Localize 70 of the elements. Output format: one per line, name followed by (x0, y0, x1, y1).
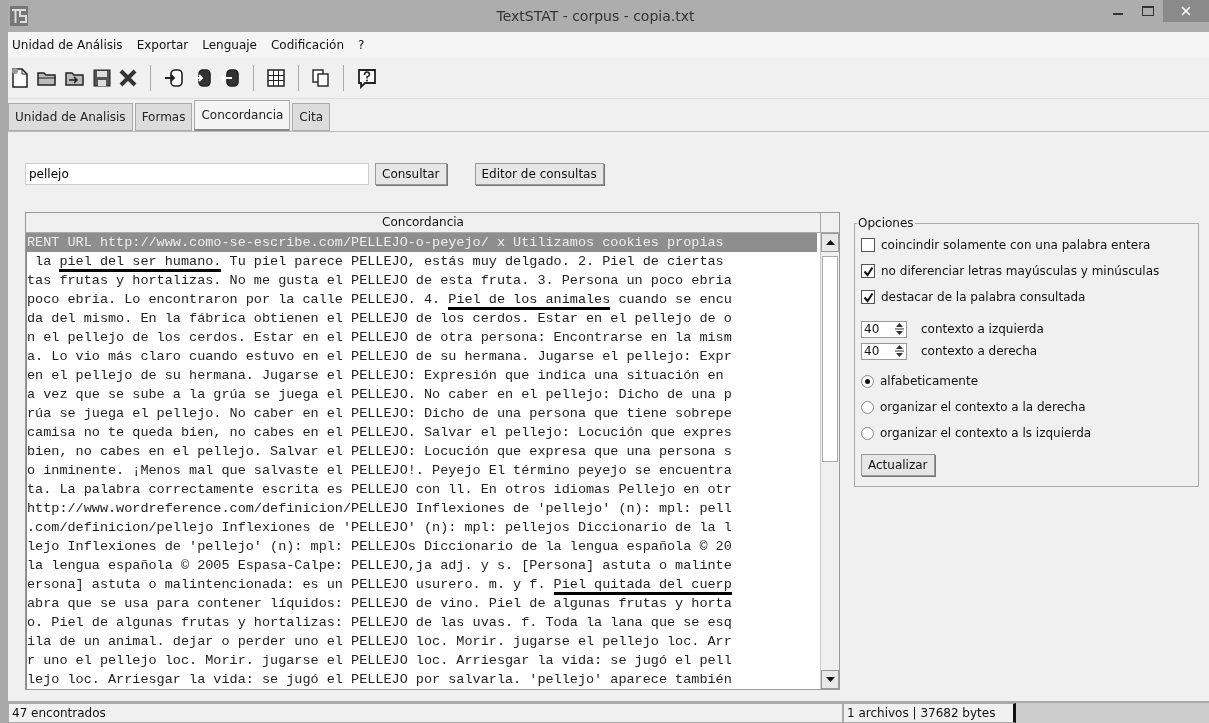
concordance-line[interactable]: rúa se juega el pellejo. No caber en el PELLEJO: Dicho de una persona que tiene sobrepe (26, 404, 732, 423)
checkbox-label[interactable]: no diferenciar letras mayúsculas y minúsculas (881, 264, 1160, 278)
spinner-label: contexto a derecha (921, 344, 1038, 358)
cylinder-import-icon[interactable] (163, 67, 185, 89)
checkbox[interactable] (861, 264, 875, 278)
concordance-line[interactable]: ta. La palabra correctamente escrita es PELLEJO con ll. En otros idiomas Pellejo en otr (26, 480, 732, 499)
search-field[interactable]: pellejo (25, 163, 369, 185)
concordance-line[interactable]: lejo loc. Arriesgar la vida: se jugó el PELLEJO por salvarla. 'pellejo' aparece también (26, 670, 732, 689)
checkbox[interactable] (861, 290, 875, 304)
concordance-line[interactable]: lejo Inflexiones de 'pellejo' (n): mpl: PELLEJOs Diccionario de la lengua española © 20 (26, 537, 732, 556)
new-document-icon[interactable] (10, 67, 30, 89)
grid-icon[interactable] (266, 68, 286, 88)
radio-label[interactable]: alfabeticamente (880, 374, 979, 388)
tab[interactable]: Concordancia (194, 100, 291, 131)
radio-button[interactable] (861, 374, 874, 388)
checkbox-label[interactable]: destacar de la palabra consultada (881, 290, 1086, 304)
tab[interactable]: Cita (292, 103, 331, 131)
concordance-line[interactable]: bien, no cabes en el pellejo. Salvar el PELLEJO: Locución que expresa que una persona s (26, 442, 732, 461)
concordance-line[interactable]: la lengua española © 2005 Espasa-Calpe: PELLEJO,ja adj. y s. [Persona] astuta o malinte (26, 556, 732, 575)
number-spinner[interactable]: 40 (861, 320, 907, 338)
scroll-up-icon[interactable] (821, 233, 839, 252)
concordance-line[interactable]: o inminente. ¡Menos mal que salvaste el PELLEJO!. Peyejo El término peyejo se encuentra (26, 461, 732, 480)
concordance-line[interactable]: a. Lo vio más claro cuando estuvo en el PELLEJO de su hermana. Jugarse el pellejo: Expr (26, 347, 732, 366)
concordance-line[interactable]: .com/definicion/pellejo Inflexiones de 'PELLEJO' (n): mpl: pellejos Diccionario de la l (26, 518, 732, 537)
scrollbar[interactable] (820, 233, 839, 689)
concordance-line[interactable]: tas frutas y hortalizas. No me gusta el PELLEJO de esta fruta. 3. Persona un poco ebria (26, 271, 732, 290)
tab[interactable]: Unidad de Analisis (8, 103, 133, 131)
status-text: 47 encontrados (8, 703, 843, 723)
number-spinner[interactable]: 40 (861, 342, 907, 360)
radio-label[interactable]: organizar el contexto a ls izquierda (880, 426, 1092, 440)
menu-item[interactable]: Codificación (270, 38, 345, 52)
menu-item[interactable]: Lenguaje (202, 38, 257, 52)
concordance-line[interactable]: ila de un animal. dejar o perder uno el PELLEJO loc. Morir. jugarse el pellejo loc. Arr (26, 632, 732, 651)
concordance-line[interactable]: camisa no te queda bien, no cabes en el PELLEJO. Salvar el pellejo: Locución que expres (26, 423, 732, 442)
cylinder-export-icon[interactable] (219, 67, 241, 89)
maximize-icon[interactable] (1142, 6, 1154, 16)
menu-item[interactable]: Exportar (136, 38, 189, 52)
concordance-line[interactable]: poco ebria. Lo encontraron por la calle PELLEJO. 4. Piel de los animales cuando se encu (26, 290, 732, 309)
concordance-line[interactable]: o. Piel de algunas frutas y hortalizas: PELLEJO de las uvas. f. Toda la lana que se esq (26, 613, 732, 632)
concordance-line[interactable]: da del mismo. En la fábrica obtienen el PELLEJO de los cerdos. Estar en el pellejo de o (26, 309, 732, 328)
concordance-line[interactable]: http://www.wordreference.com/definicion/PELLEJO Inflexiones de 'pellejo' (n): mpl: pell (26, 499, 732, 518)
checkbox[interactable] (861, 238, 875, 252)
copy-icon[interactable] (311, 68, 331, 88)
window-title: TextSTAT - corpus - copia.txt (495, 8, 696, 24)
spinner-label: contexto a izquierda (921, 322, 1044, 336)
concordance-line[interactable]: a vez que se sube a la grúa se juega el PELLEJO. No caber en el pellejo: Dicho de una p (26, 385, 732, 404)
checkbox-label[interactable]: coincindir solamente con una palabra entera (881, 238, 1151, 252)
radio-label[interactable]: organizar el contexto a la derecha (880, 400, 1086, 414)
scroll-down-icon[interactable] (821, 670, 839, 689)
query-editor-button[interactable]: Editor de consultas (474, 163, 604, 185)
concordance-line[interactable]: la piel del ser humano. Tu piel parece PELLEJO, estás muy delgado. 2. Piel de ciertas (26, 252, 724, 271)
query-button[interactable]: Consultar (375, 163, 447, 185)
radio-button[interactable] (861, 400, 874, 414)
close-icon[interactable] (118, 68, 138, 88)
radio-button[interactable] (861, 426, 874, 440)
scrollbar-thumb[interactable] (822, 256, 838, 462)
concordance-line[interactable]: n el pellejo de los cerdos. Estar en el PELLEJO de otra persona: Encontrarse en la mism (26, 328, 732, 347)
group-title: Opciones (857, 216, 915, 230)
concordance-line[interactable]: r uno el pellejo loc. Morir. jugarse el PELLEJO loc. Arriesgar la vida: se jugó el pell (26, 651, 732, 670)
concordance-line[interactable]: abra que se usa para contener líquidos: PELLEJO de vino. Piel de algunas frutas y horta (26, 594, 732, 613)
concordance-line[interactable]: ersona] astuta o malintencionada: es un PELLEJO usurero. m. y f. Piel quitada del cuerp (26, 575, 732, 594)
menu-item[interactable]: Unidad de Análisis (12, 38, 123, 52)
tab[interactable]: Formas (134, 103, 193, 131)
menu-item[interactable]: ? (358, 38, 365, 52)
update-button[interactable]: Actualizar (861, 454, 935, 476)
cylinder-import-icon[interactable] (191, 67, 213, 89)
app-logo-icon (10, 6, 28, 26)
save-icon[interactable] (92, 68, 112, 88)
help-icon[interactable] (356, 67, 378, 89)
concordance-line[interactable]: en el pellejo de su hermana. Jugarse el PELLEJO: Expresión que indica una situación en (26, 366, 724, 385)
